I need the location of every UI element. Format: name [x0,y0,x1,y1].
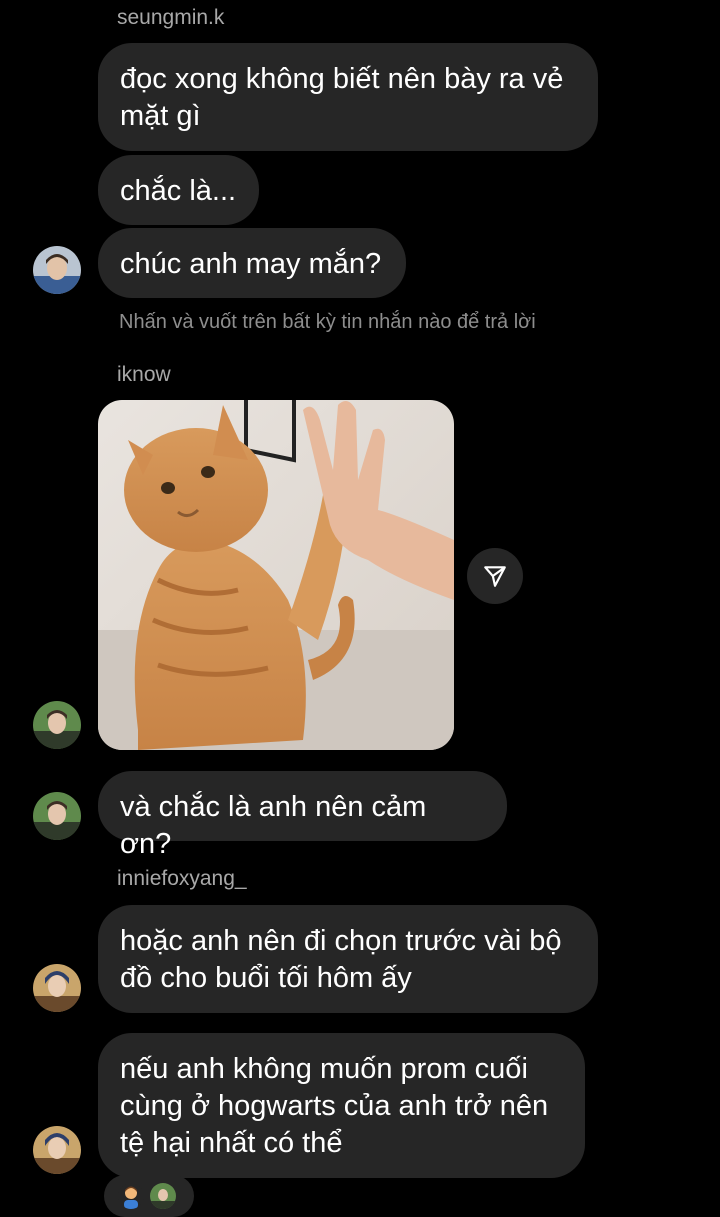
avatar-image [33,964,81,1012]
message-bubble[interactable]: chúc anh may mắn? [98,228,406,298]
cat-high-five-image [98,400,454,750]
message-text: nếu anh không muốn prom cuối cùng ở hogw… [120,1053,549,1159]
person-emoji-icon [118,1183,144,1209]
message-bubble[interactable]: chắc là... [98,155,259,225]
message-text: và chắc là anh nên cảm ơn? [120,791,427,860]
paper-plane-icon [484,566,506,587]
avatar[interactable] [33,246,81,294]
reply-hint: Nhấn và vuốt trên bất kỳ tin nhắn nào để… [119,311,536,333]
reaction-avatar [150,1183,176,1209]
avatar[interactable] [33,701,81,749]
avatar-image [150,1183,176,1209]
avatar-image [33,246,81,294]
message-bubble[interactable]: đọc xong không biết nên bày ra vẻ mặt gì [98,43,598,151]
message-text: chắc là... [120,175,237,207]
sender-name: iknow [117,363,171,386]
avatar[interactable] [33,964,81,1012]
avatar-image [33,701,81,749]
avatar-image [33,1126,81,1174]
shared-photo[interactable] [98,400,454,750]
message-text: chúc anh may mắn? [120,248,382,280]
share-button[interactable] [467,548,523,604]
avatar-image [33,792,81,840]
message-text: hoặc anh nên đi chọn trước vài bộ đồ cho… [120,925,562,994]
message-bubble[interactable]: hoặc anh nên đi chọn trước vài bộ đồ cho… [98,905,598,1013]
message-bubble[interactable]: nếu anh không muốn prom cuối cùng ở hogw… [98,1033,585,1178]
avatar[interactable] [33,1126,81,1174]
message-text: đọc xong không biết nên bày ra vẻ mặt gì [120,63,564,132]
message-bubble[interactable]: và chắc là anh nên cảm ơn? [98,771,507,860]
sender-name: seungmin.k [117,6,225,29]
sender-name: inniefoxyang_ [117,867,247,890]
reaction-avatar [118,1183,144,1209]
avatar[interactable] [33,792,81,840]
reactions-bar[interactable] [104,1175,194,1217]
